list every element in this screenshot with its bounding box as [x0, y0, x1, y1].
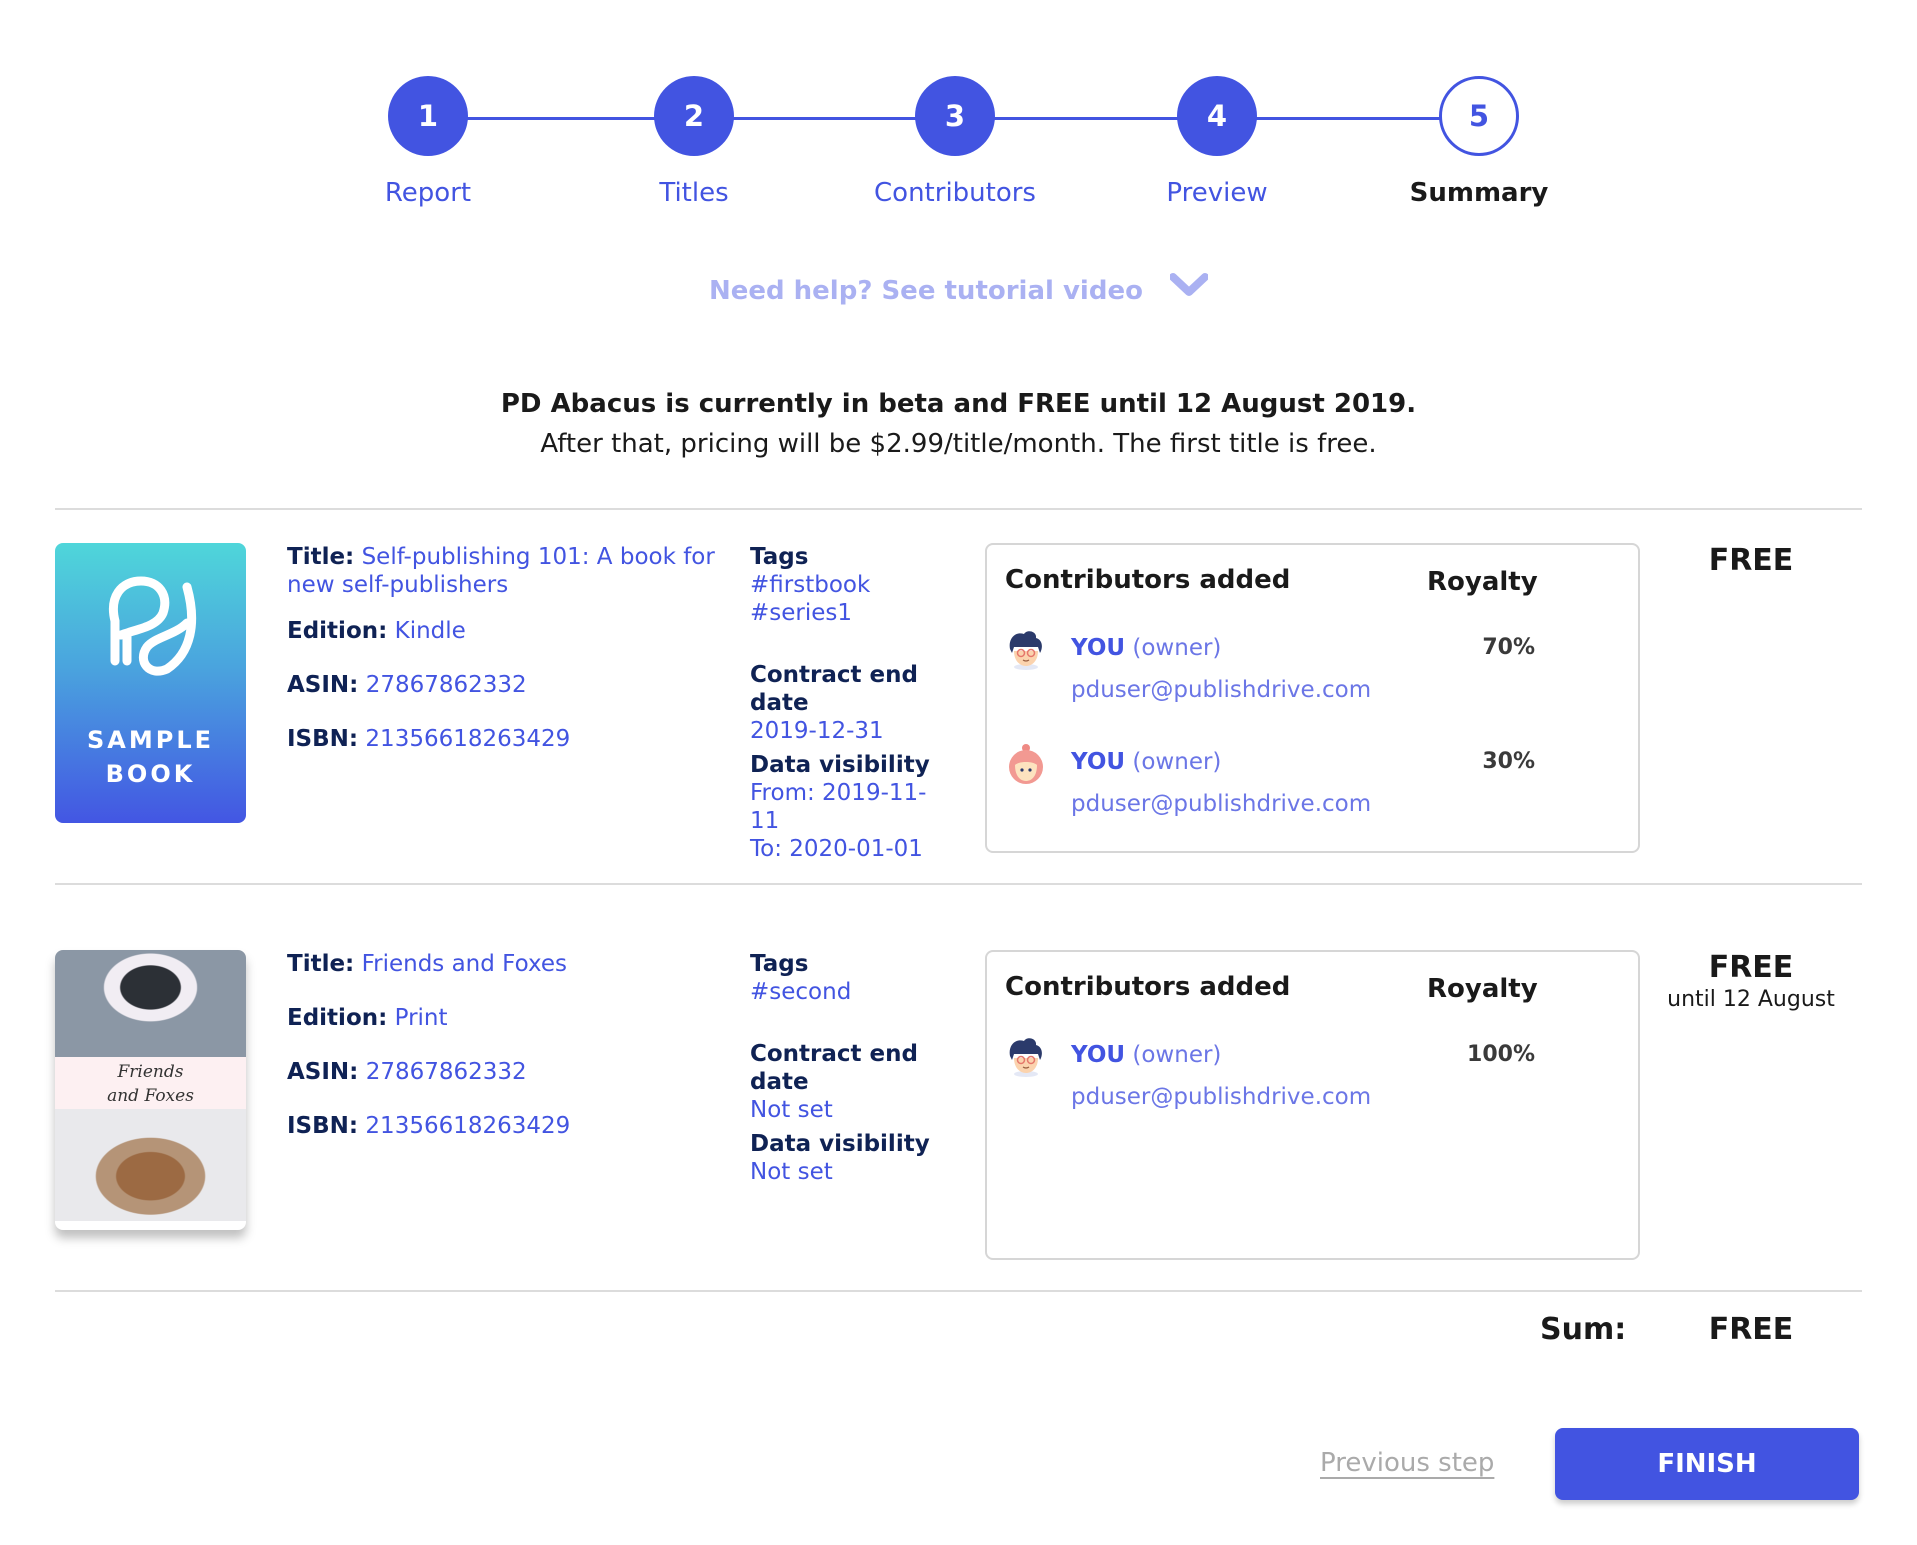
book-row: Friends and Foxes Title: Friends and Fox… — [55, 950, 1862, 1260]
tags-label: Tags — [750, 951, 809, 977]
step-label: Report — [384, 178, 472, 208]
male-avatar-icon — [1005, 629, 1047, 671]
book-isbn: 21356618263429 — [365, 1113, 571, 1139]
step-report[interactable]: 1 Report — [308, 76, 548, 208]
chevron-down-icon — [1169, 272, 1210, 305]
book-meta: Tags #second Contract end date Not set D… — [750, 950, 950, 1206]
step-number: 4 — [1177, 76, 1257, 156]
tag: #series1 — [750, 600, 853, 626]
contributor-item: YOU (owner) pduser@publishdrive.com 70% — [1005, 631, 1625, 715]
book-price: FREE until 12 August — [1640, 950, 1862, 1012]
previous-step-link[interactable]: Previous step — [1320, 1448, 1494, 1478]
data-visibility-label: Data visibility — [750, 1131, 930, 1157]
step-preview[interactable]: 4 Preview — [1097, 76, 1337, 208]
cover-photo-fox — [55, 1109, 246, 1221]
contributor-item: YOU (owner) pduser@publishdrive.com 100% — [1005, 1038, 1625, 1122]
female-avatar-icon — [1005, 743, 1047, 785]
royalty-value: 70% — [1482, 635, 1535, 660]
isbn-label: ISBN: — [287, 1113, 359, 1139]
book-row: SAMPLE BOOK Title: Self-publishing 101: … — [55, 543, 1862, 862]
step-label: Summary — [1409, 178, 1549, 208]
book-title: Friends and Foxes — [361, 951, 567, 977]
price-note: until 12 August — [1667, 987, 1835, 1012]
progress-stepper: 1 Report 2 Titles 3 Contributors 4 Previ… — [0, 76, 1917, 216]
step-titles[interactable]: 2 Titles — [574, 76, 814, 208]
tags-label: Tags — [750, 544, 809, 570]
contributors-heading: Contributors added — [1005, 565, 1291, 595]
edition-label: Edition: — [287, 1005, 388, 1031]
contributor-name: YOU (owner) — [1071, 749, 1222, 775]
book-cover: SAMPLE BOOK — [55, 543, 246, 823]
contributor-name: YOU (owner) — [1071, 1042, 1222, 1068]
book-edition: Print — [394, 1005, 448, 1031]
step-label: Contributors — [874, 178, 1036, 208]
contributor-name: YOU (owner) — [1071, 635, 1222, 661]
contract-end-label: Contract end date — [750, 1041, 918, 1095]
edition-label: Edition: — [287, 618, 388, 644]
step-number: 3 — [915, 76, 995, 156]
book-edition: Kindle — [394, 618, 466, 644]
book-meta: Tags #firstbook #series1 Contract end da… — [750, 543, 950, 883]
tutorial-video-toggle[interactable]: Need help? See tutorial video — [0, 273, 1917, 306]
book-asin: 27867862332 — [365, 672, 527, 698]
step-number: 2 — [654, 76, 734, 156]
tutorial-link-text: Need help? See tutorial video — [708, 276, 1143, 306]
book-details: Title: Self-publishing 101: A book for n… — [287, 543, 727, 779]
contributors-heading: Contributors added — [1005, 972, 1291, 1002]
step-label: Preview — [1166, 178, 1268, 208]
title-label: Title: — [287, 544, 355, 570]
isbn-label: ISBN: — [287, 726, 359, 752]
contract-end-value: 2019-12-31 — [750, 718, 884, 744]
cover-title: SAMPLE BOOK — [86, 726, 215, 788]
step-contributors[interactable]: 3 Contributors — [835, 76, 1075, 208]
contributor-email: pduser@publishdrive.com — [1071, 791, 1372, 817]
cover-photo-coffee — [55, 950, 246, 1057]
sum-value: FREE — [1708, 1312, 1794, 1347]
male-avatar-icon — [1005, 1036, 1047, 1078]
asin-label: ASIN: — [287, 672, 359, 698]
visibility-from: From: 2019-11-11 — [750, 780, 927, 834]
tag: #firstbook — [750, 572, 871, 598]
step-label: Titles — [659, 178, 729, 208]
royalty-value: 100% — [1467, 1042, 1535, 1067]
beta-notice: PD Abacus is currently in beta and FREE … — [500, 389, 1417, 419]
publishdrive-logo-icon — [97, 573, 205, 687]
royalty-heading: Royalty — [1427, 974, 1538, 1004]
visibility-value: Not set — [750, 1159, 833, 1185]
price-value: FREE — [1708, 950, 1794, 985]
pricing-info: After that, pricing will be $2.99/title/… — [540, 429, 1377, 459]
step-summary: 5 Summary — [1359, 76, 1599, 208]
royalty-value: 30% — [1482, 749, 1535, 774]
cover-title: Friends and Foxes — [55, 1057, 246, 1109]
contributor-email: pduser@publishdrive.com — [1071, 1084, 1372, 1110]
divider — [55, 1290, 1862, 1292]
title-label: Title: — [287, 951, 355, 977]
finish-button[interactable]: FINISH — [1555, 1428, 1859, 1500]
contributor-email: pduser@publishdrive.com — [1071, 677, 1372, 703]
book-isbn: 21356618263429 — [365, 726, 571, 752]
price-value: FREE — [1708, 543, 1794, 578]
tag: #second — [750, 979, 852, 1005]
divider — [55, 508, 1862, 510]
step-number: 1 — [388, 76, 468, 156]
pricing-notice: PD Abacus is currently in beta and FREE … — [0, 384, 1917, 464]
contract-end-label: Contract end date — [750, 662, 918, 716]
sum-label: Sum: — [1540, 1312, 1627, 1347]
book-asin: 27867862332 — [365, 1059, 527, 1085]
contributors-panel: Contributors added Royalty YOU (owner) p… — [985, 950, 1640, 1260]
visibility-to: To: 2020-01-01 — [750, 836, 923, 862]
contributors-panel: Contributors added Royalty YOU (owner) p… — [985, 543, 1640, 853]
step-number: 5 — [1439, 76, 1519, 156]
contributor-item: YOU (owner) pduser@publishdrive.com 30% — [1005, 744, 1625, 829]
contract-end-value: Not set — [750, 1097, 833, 1123]
royalty-heading: Royalty — [1427, 567, 1538, 597]
book-price: FREE — [1640, 543, 1862, 578]
book-details: Title: Friends and Foxes Edition: Print … — [287, 950, 727, 1166]
divider — [55, 883, 1862, 885]
book-cover: Friends and Foxes — [55, 950, 246, 1230]
data-visibility-label: Data visibility — [750, 752, 930, 778]
asin-label: ASIN: — [287, 1059, 359, 1085]
